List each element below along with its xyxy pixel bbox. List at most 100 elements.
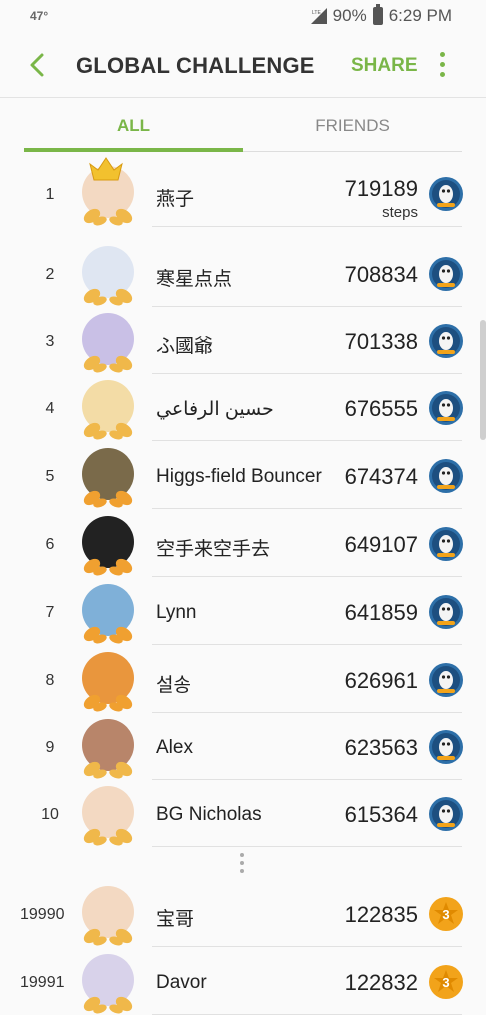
rank-number: 4 [45, 400, 55, 417]
owl-badge-icon[interactable] [428, 323, 464, 359]
row-divider [152, 644, 462, 645]
player-name: 寒星点点 [156, 269, 233, 290]
tab-bar: ALL FRIENDS [24, 110, 462, 152]
tab-indicator [24, 148, 243, 152]
row-divider [152, 576, 462, 577]
avatar [82, 786, 134, 846]
app-bar: GLOBAL CHALLENGE SHARE [0, 32, 486, 98]
step-count: 615364 [344, 802, 418, 827]
avatar [82, 448, 134, 508]
rank-number: 5 [45, 468, 55, 485]
owl-badge-icon[interactable] [428, 594, 464, 630]
player-name: Lynn [156, 602, 197, 623]
player-name: 설송 [156, 675, 191, 696]
player-name: Davor [156, 972, 207, 993]
rank-number: 7 [45, 604, 55, 621]
row-divider [152, 440, 462, 441]
leaderboard-row[interactable]: 1 燕子 719189 steps [0, 157, 486, 227]
player-name: Alex [156, 737, 193, 758]
row-divider [152, 226, 462, 227]
badge-level: 3 [442, 975, 449, 990]
rank-number: 10 [41, 806, 59, 823]
avatar [82, 246, 134, 306]
step-count: 649107 [344, 532, 418, 557]
leaderboard-row[interactable]: 19990 宝哥 122835 3 [0, 880, 486, 947]
status-bar: 47° LTE 90% 6:29 PM [0, 0, 486, 32]
leaderboard-row[interactable]: 10 BG Nicholas 615364 [0, 780, 486, 847]
more-ranks-ellipsis-icon [238, 853, 246, 875]
rank-number: 19990 [20, 906, 65, 923]
clock: 6:29 PM [388, 6, 452, 25]
scrollbar[interactable] [480, 320, 486, 440]
level-3-badge-icon[interactable]: 3 [428, 896, 464, 932]
step-count: 641859 [344, 600, 418, 625]
badge-level: 3 [442, 907, 449, 922]
owl-badge-icon[interactable] [428, 526, 464, 562]
leaderboard-row[interactable]: 8 설송 626961 [0, 646, 486, 713]
step-count: 719189 [344, 176, 418, 201]
tab-all[interactable]: ALL [24, 116, 243, 136]
tab-friends[interactable]: FRIENDS [243, 116, 462, 136]
rank-number: 9 [45, 739, 55, 756]
more-options-icon[interactable] [436, 52, 448, 80]
leaderboard-row[interactable]: 5 Higgs-field Bouncer 674374 [0, 442, 486, 509]
owl-badge-icon[interactable] [428, 390, 464, 426]
player-name: BG Nicholas [156, 804, 262, 825]
back-arrow-icon[interactable] [24, 50, 52, 80]
leaderboard-row[interactable]: 19991 Davor 122832 3 [0, 948, 486, 1015]
step-count: 674374 [344, 464, 418, 489]
avatar [82, 584, 134, 644]
owl-badge-icon[interactable] [428, 662, 464, 698]
rank-number: 3 [45, 333, 55, 350]
rank-number: 8 [45, 672, 55, 689]
crown-icon [89, 157, 123, 181]
rank-number: 1 [45, 186, 55, 203]
player-name: Higgs-field Bouncer [156, 466, 322, 487]
leaderboard-row[interactable]: 3 ふ國爺 701338 [0, 307, 486, 374]
avatar [82, 652, 134, 712]
battery-percent: 90% [332, 6, 367, 25]
leaderboard-row[interactable]: 4 حسين الرفاعي 676555 [0, 374, 486, 441]
row-divider [152, 946, 462, 947]
leaderboard-row[interactable]: 2 寒星点点 708834 [0, 240, 486, 307]
avatar [82, 313, 134, 373]
step-count: 626961 [344, 668, 418, 693]
owl-badge-icon[interactable] [428, 458, 464, 494]
steps-unit-label: steps [382, 204, 418, 221]
step-count: 708834 [344, 262, 418, 287]
avatar [82, 719, 134, 779]
owl-badge-icon[interactable] [428, 729, 464, 765]
page-title: GLOBAL CHALLENGE [76, 53, 315, 78]
step-count: 122832 [344, 970, 418, 995]
row-divider [152, 846, 462, 847]
owl-badge-icon[interactable] [428, 256, 464, 292]
rank-number: 6 [45, 536, 55, 553]
avatar [82, 954, 134, 1014]
step-count: 701338 [344, 329, 418, 354]
owl-badge-icon[interactable] [428, 796, 464, 832]
step-count: 676555 [344, 396, 418, 421]
leaderboard-row[interactable]: 6 空手来空手去 649107 [0, 510, 486, 577]
share-button[interactable]: SHARE [351, 55, 418, 77]
step-count: 122835 [344, 902, 418, 927]
avatar [82, 516, 134, 576]
svg-text:LTE: LTE [312, 10, 321, 16]
avatar [82, 380, 134, 440]
step-count: 623563 [344, 735, 418, 760]
leaderboard-row[interactable]: 7 Lynn 641859 [0, 578, 486, 645]
level-3-badge-icon[interactable]: 3 [428, 964, 464, 1000]
signal-icon: LTE [310, 8, 327, 24]
rank-number: 2 [45, 266, 55, 283]
temperature: 47° [30, 9, 49, 23]
owl-badge-icon[interactable] [428, 176, 464, 212]
player-name: حسين الرفاعي [156, 399, 274, 420]
status-right: LTE 90% 6:29 PM [310, 4, 452, 26]
avatar [82, 886, 134, 946]
rank-number: 19991 [20, 974, 65, 991]
player-name: 宝哥 [156, 909, 195, 930]
player-name: ふ國爺 [156, 336, 214, 357]
leaderboard-row[interactable]: 9 Alex 623563 [0, 713, 486, 780]
player-name: 空手来空手去 [156, 539, 271, 560]
player-name: 燕子 [156, 189, 195, 210]
battery-icon [372, 4, 383, 25]
